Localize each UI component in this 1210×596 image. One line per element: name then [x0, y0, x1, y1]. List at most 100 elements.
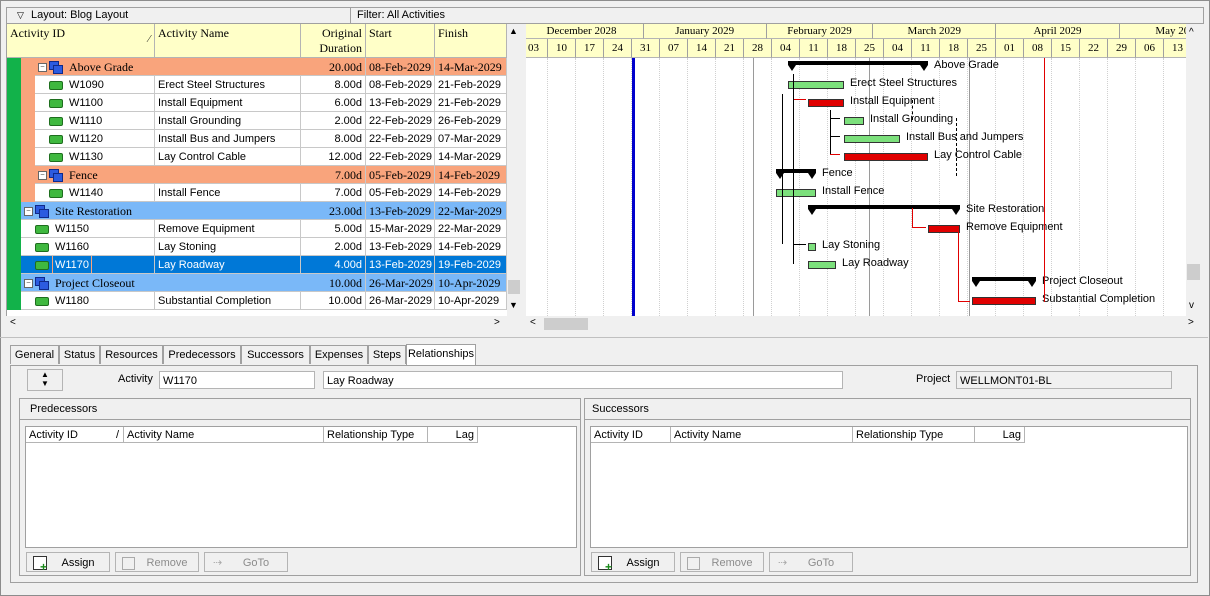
summary-bar[interactable] [972, 277, 1036, 281]
activity-bar[interactable] [788, 81, 844, 89]
tab-expenses[interactable]: Expenses [310, 345, 368, 364]
cell-finish[interactable]: 26-Feb-2029 [435, 112, 507, 130]
cell-start[interactable]: 22-Feb-2029 [366, 148, 435, 166]
cell-name[interactable]: Erect Steel Structures [155, 76, 301, 94]
collapse-icon[interactable]: − [38, 63, 47, 72]
cell-finish[interactable]: 14-Mar-2029 [435, 58, 507, 76]
cell-name[interactable]: Install Grounding [155, 112, 301, 130]
cell-name[interactable]: Substantial Completion [155, 292, 301, 310]
cell-finish[interactable]: 14-Feb-2029 [435, 184, 507, 202]
gantt-vertical-scrollbar[interactable]: ^ v [1186, 24, 1201, 316]
horizontal-scrollbar[interactable]: < > [6, 317, 520, 331]
cell-dur[interactable]: 20.00d [301, 58, 366, 76]
cell-id[interactable]: W1090 [35, 76, 155, 94]
collapse-icon[interactable]: − [24, 207, 33, 216]
cell-name[interactable]: Lay Control Cable [155, 148, 301, 166]
chevron-down-icon[interactable]: ▽ [17, 8, 24, 23]
vertical-scrollbar[interactable]: ▲ ▼ [507, 24, 521, 316]
splitter[interactable] [0, 337, 1208, 338]
succ-col-relationship-type[interactable]: Relationship Type [853, 427, 975, 443]
cell-start[interactable]: 13-Feb-2029 [366, 238, 435, 256]
cell-id[interactable]: W1120 [35, 130, 155, 148]
gantt-horizontal-scrollbar[interactable]: < > [526, 317, 1201, 331]
column-header-activity-name[interactable]: Activity Name [155, 24, 301, 58]
cell-dur[interactable]: 8.00d [301, 76, 366, 94]
cell-finish[interactable]: 14-Feb-2029 [435, 166, 507, 184]
activity-name-field[interactable]: Lay Roadway [323, 371, 843, 389]
table-row[interactable]: W1100 Install Equipment 6.00d 13-Feb-2029 21… [7, 94, 507, 112]
succ-assign-button[interactable]: + Assign [591, 552, 675, 573]
succ-remove-button[interactable]: Remove [680, 552, 764, 572]
activity-id-field[interactable]: W1170 [159, 371, 315, 389]
prev-next-stepper[interactable]: ▲ ▼ [27, 369, 63, 391]
succ-col-lag[interactable]: Lag [975, 427, 1025, 443]
cell-id[interactable]: W1100 [35, 94, 155, 112]
pred-col-activity-name[interactable]: Activity Name [124, 427, 324, 443]
cell-dur[interactable]: 7.00d [301, 184, 366, 202]
cell-dur[interactable]: 10.00d [301, 274, 366, 292]
collapse-icon[interactable]: − [38, 171, 47, 180]
cell-start[interactable]: 05-Feb-2029 [366, 166, 435, 184]
pred-goto-button[interactable]: ⇢ GoTo [204, 552, 288, 572]
cell-name[interactable]: Lay Roadway [155, 256, 301, 274]
cell-dur[interactable]: 4.00d [301, 256, 366, 274]
cell-name[interactable]: Install Fence [155, 184, 301, 202]
activity-bar[interactable] [928, 225, 960, 233]
cell-start[interactable]: 05-Feb-2029 [366, 184, 435, 202]
scroll-down-icon[interactable]: ▼ [509, 300, 518, 310]
succ-col-activity-id[interactable]: Activity ID [591, 427, 671, 443]
activity-bar[interactable] [844, 117, 864, 125]
table-row[interactable]: W1110 Install Grounding 2.00d 22-Feb-2029 26… [7, 112, 507, 130]
tab-general[interactable]: General [10, 345, 59, 364]
pred-remove-button[interactable]: Remove [115, 552, 199, 572]
cell-dur[interactable]: 2.00d [301, 238, 366, 256]
table-row[interactable]: W1090 Erect Steel Structures 8.00d 08-Feb-2… [7, 76, 507, 94]
scroll-right-icon[interactable]: > [1188, 317, 1194, 328]
wbs-row[interactable]: − Above Grade 20.00d 08-Feb-2029 14-Mar-2029 [7, 58, 507, 76]
wbs-row[interactable]: − Fence 7.00d 05-Feb-2029 14-Feb-2029 [7, 166, 507, 184]
cell-finish[interactable]: 21-Feb-2029 [435, 76, 507, 94]
cell-dur[interactable]: 2.00d [301, 112, 366, 130]
cell-id[interactable]: W1160 [21, 238, 155, 256]
cell-id[interactable]: W1170 [21, 256, 155, 274]
succ-col-activity-name[interactable]: Activity Name [671, 427, 853, 443]
cell-finish[interactable]: 19-Feb-2029 [435, 256, 507, 274]
cell-start[interactable]: 13-Feb-2029 [366, 94, 435, 112]
cell-finish[interactable]: 22-Mar-2029 [435, 202, 507, 220]
activity-bar[interactable] [808, 261, 836, 269]
scroll-thumb[interactable] [1187, 264, 1200, 280]
tab-successors[interactable]: Successors [241, 345, 310, 364]
cell-id[interactable]: W1130 [35, 148, 155, 166]
cell-finish[interactable]: 22-Mar-2029 [435, 220, 507, 238]
cell-finish[interactable]: 10-Apr-2029 [435, 292, 507, 310]
cell-id[interactable]: W1110 [35, 112, 155, 130]
cell-finish[interactable]: 14-Feb-2029 [435, 238, 507, 256]
cell-dur[interactable]: 12.00d [301, 148, 366, 166]
wbs-row[interactable]: − Site Restoration 23.00d 13-Feb-2029 22-Mar… [7, 202, 507, 220]
cell-start[interactable]: 13-Feb-2029 [366, 202, 435, 220]
tab-relationships[interactable]: Relationships [406, 344, 476, 365]
pred-col-lag[interactable]: Lag [428, 427, 478, 443]
tab-steps[interactable]: Steps [368, 345, 406, 364]
cell-id[interactable]: W1150 [21, 220, 155, 238]
column-header-start[interactable]: Start [366, 24, 435, 58]
succ-goto-button[interactable]: ⇢ GoTo [769, 552, 853, 572]
summary-bar[interactable] [788, 61, 928, 65]
cell-id[interactable]: W1180 [21, 292, 155, 310]
table-row[interactable]: W1170 Lay Roadway 4.00d 13-Feb-2029 19-Feb-2… [7, 256, 507, 274]
wbs-row[interactable]: − Project Closeout 10.00d 26-Mar-2029 10-Apr… [7, 274, 507, 292]
cell-name[interactable]: Remove Equipment [155, 220, 301, 238]
activity-bar[interactable] [844, 153, 928, 161]
summary-bar[interactable] [808, 205, 960, 209]
cell-start[interactable]: 08-Feb-2029 [366, 76, 435, 94]
cell-start[interactable]: 26-Mar-2029 [366, 292, 435, 310]
tab-predecessors[interactable]: Predecessors [163, 345, 241, 364]
predecessors-list[interactable]: Activity ID / Activity Name Relationship … [25, 426, 577, 548]
table-row[interactable]: W1130 Lay Control Cable 12.00d 22-Feb-2029 1… [7, 148, 507, 166]
scroll-thumb[interactable] [508, 280, 520, 294]
scroll-left-icon[interactable]: < [10, 317, 16, 328]
cell-name[interactable]: Lay Stoning [155, 238, 301, 256]
table-row[interactable]: W1180 Substantial Completion 10.00d 26-Mar-… [7, 292, 507, 310]
cell-finish[interactable]: 21-Feb-2029 [435, 94, 507, 112]
column-header-activity-id[interactable]: Activity ID ⁄ [7, 24, 155, 58]
